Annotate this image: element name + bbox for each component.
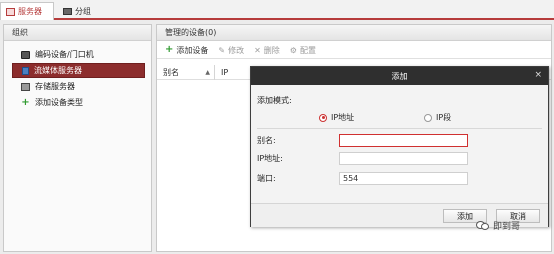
encoder-icon [21,50,30,59]
plus-icon: + [165,44,174,55]
watermark: 即到哥 [476,219,520,232]
delete-icon: ✕ [254,45,261,55]
radio-ip-segment-label: IP段 [436,113,452,122]
add-device-label: 添加设备 [176,45,209,55]
dialog-divider [257,128,542,129]
radio-unchecked-icon[interactable] [424,113,432,122]
managed-devices-title: 管理的设备(0) [157,25,551,41]
ip-row: IP地址: [257,152,468,165]
dialog-title: 添加 [391,71,408,81]
tree-item-label: 存储服务器 [35,82,75,91]
tree-item-storage-server[interactable]: 存储服务器 [12,79,145,94]
ip-address-field[interactable] [339,152,468,165]
config-button[interactable]: ⚙ 配置 [290,45,316,56]
tab-groups-label: 分组 [75,6,91,16]
dialog-title-bar: 添加 × [251,67,548,85]
tree-item-encoder[interactable]: 编码设备/门口机 [12,47,145,62]
tab-groups[interactable]: 分组 [58,2,102,20]
close-icon[interactable]: × [534,70,542,80]
port-label: 端口: [257,174,276,183]
column-alias-label: 别名 [163,67,179,77]
device-type-tree: 编码设备/门口机 流媒体服务器 存储服务器 + 添加设备类型 [4,41,151,110]
tree-item-label: 流媒体服务器 [34,66,82,75]
device-toolbar: + 添加设备 ✎ 修改 ✕ 删除 ⚙ 配置 [157,42,551,59]
port-row: 端口: [257,172,468,185]
radio-ip-address[interactable]: IP地址 [319,112,354,123]
server-icon [6,7,15,16]
sort-ascending-icon: ▲ [205,68,210,76]
tree-item-label: 编码设备/门口机 [35,50,94,59]
edit-button[interactable]: ✎ 修改 [218,45,244,56]
column-ip[interactable]: IP [215,65,255,80]
chat-bubbles-icon [476,220,490,231]
port-field[interactable] [339,172,468,185]
storage-server-icon [21,82,30,91]
radio-ip-address-label: IP地址 [331,113,355,122]
alias-row: 别名: [257,134,468,147]
radio-ip-segment[interactable]: IP段 [424,112,451,123]
tree-item-add-device-type[interactable]: + 添加设备类型 [12,95,145,110]
add-mode-label: 添加模式: [257,96,292,105]
tree-item-label: 添加设备类型 [35,98,83,107]
add-device-dialog: 添加 × 添加模式: IP地址 IP段 别名: IP地址: 端口: 添加 取消 [250,66,549,227]
alias-field[interactable] [339,134,468,147]
radio-checked-icon[interactable] [319,113,327,122]
column-alias[interactable]: 别名 ▲ [157,64,215,80]
config-label: 配置 [299,45,316,55]
tree-item-stream-server[interactable]: 流媒体服务器 [12,63,145,78]
watermark-text: 即到哥 [493,222,521,232]
organization-panel-title: 组织 [4,25,151,41]
column-ip-label: IP [221,67,229,77]
tab-servers[interactable]: 服务器 [0,2,54,20]
gear-icon: ⚙ [289,45,297,55]
plus-icon: + [21,96,30,108]
alias-label: 别名: [257,136,276,145]
organization-panel: 组织 编码设备/门口机 流媒体服务器 存储服务器 + 添加设备类型 [3,24,152,252]
edit-label: 修改 [228,45,245,55]
top-tab-bar: 服务器 分组 [0,0,554,20]
stream-server-icon [22,66,29,75]
tab-servers-label: 服务器 [18,7,42,16]
delete-label: 删除 [263,45,280,55]
ip-label: IP地址: [257,154,283,163]
delete-button[interactable]: ✕ 删除 [254,45,280,56]
add-device-button[interactable]: + 添加设备 [165,45,208,56]
edit-icon: ✎ [218,45,226,55]
group-icon [63,7,72,15]
